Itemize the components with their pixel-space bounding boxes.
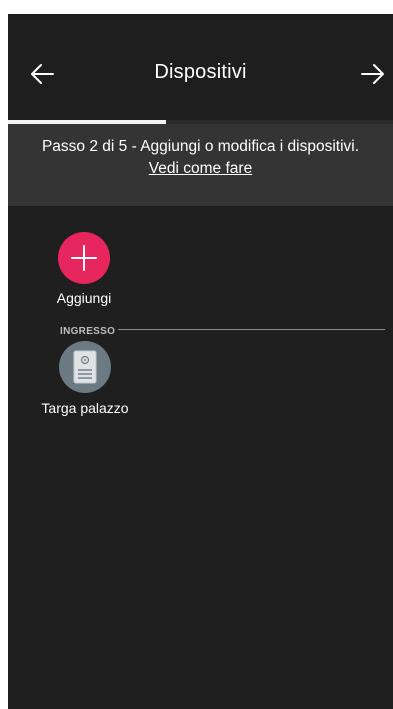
section-divider: [118, 329, 385, 330]
page-title: Dispositivi: [154, 61, 247, 83]
section-label-ingresso: INGRESSO: [60, 326, 116, 337]
step-text: Passo 2 di 5 - Aggiungi o modifica i dis…: [41, 138, 360, 155]
add-device-button[interactable]: Aggiungi: [42, 232, 126, 306]
arrow-right-icon: [361, 64, 384, 84]
device-label: Targa palazzo: [41, 400, 129, 416]
plus-icon: [71, 245, 97, 271]
step-info-bar: Passo 2 di 5 - Aggiungi o modifica i dis…: [8, 124, 393, 206]
top-bar: Dispositivi: [8, 14, 393, 120]
app-screen: Dispositivi Passo 2 di 5 - Aggiungi o mo…: [8, 14, 393, 709]
device-circle: [59, 341, 111, 393]
help-link[interactable]: Vedi come fare: [8, 160, 393, 178]
add-label: Aggiungi: [56, 290, 112, 306]
device-targa-palazzo[interactable]: Targa palazzo: [30, 341, 140, 416]
next-button[interactable]: [353, 54, 393, 94]
add-circle: [58, 232, 110, 284]
door-panel-icon: [73, 350, 97, 384]
